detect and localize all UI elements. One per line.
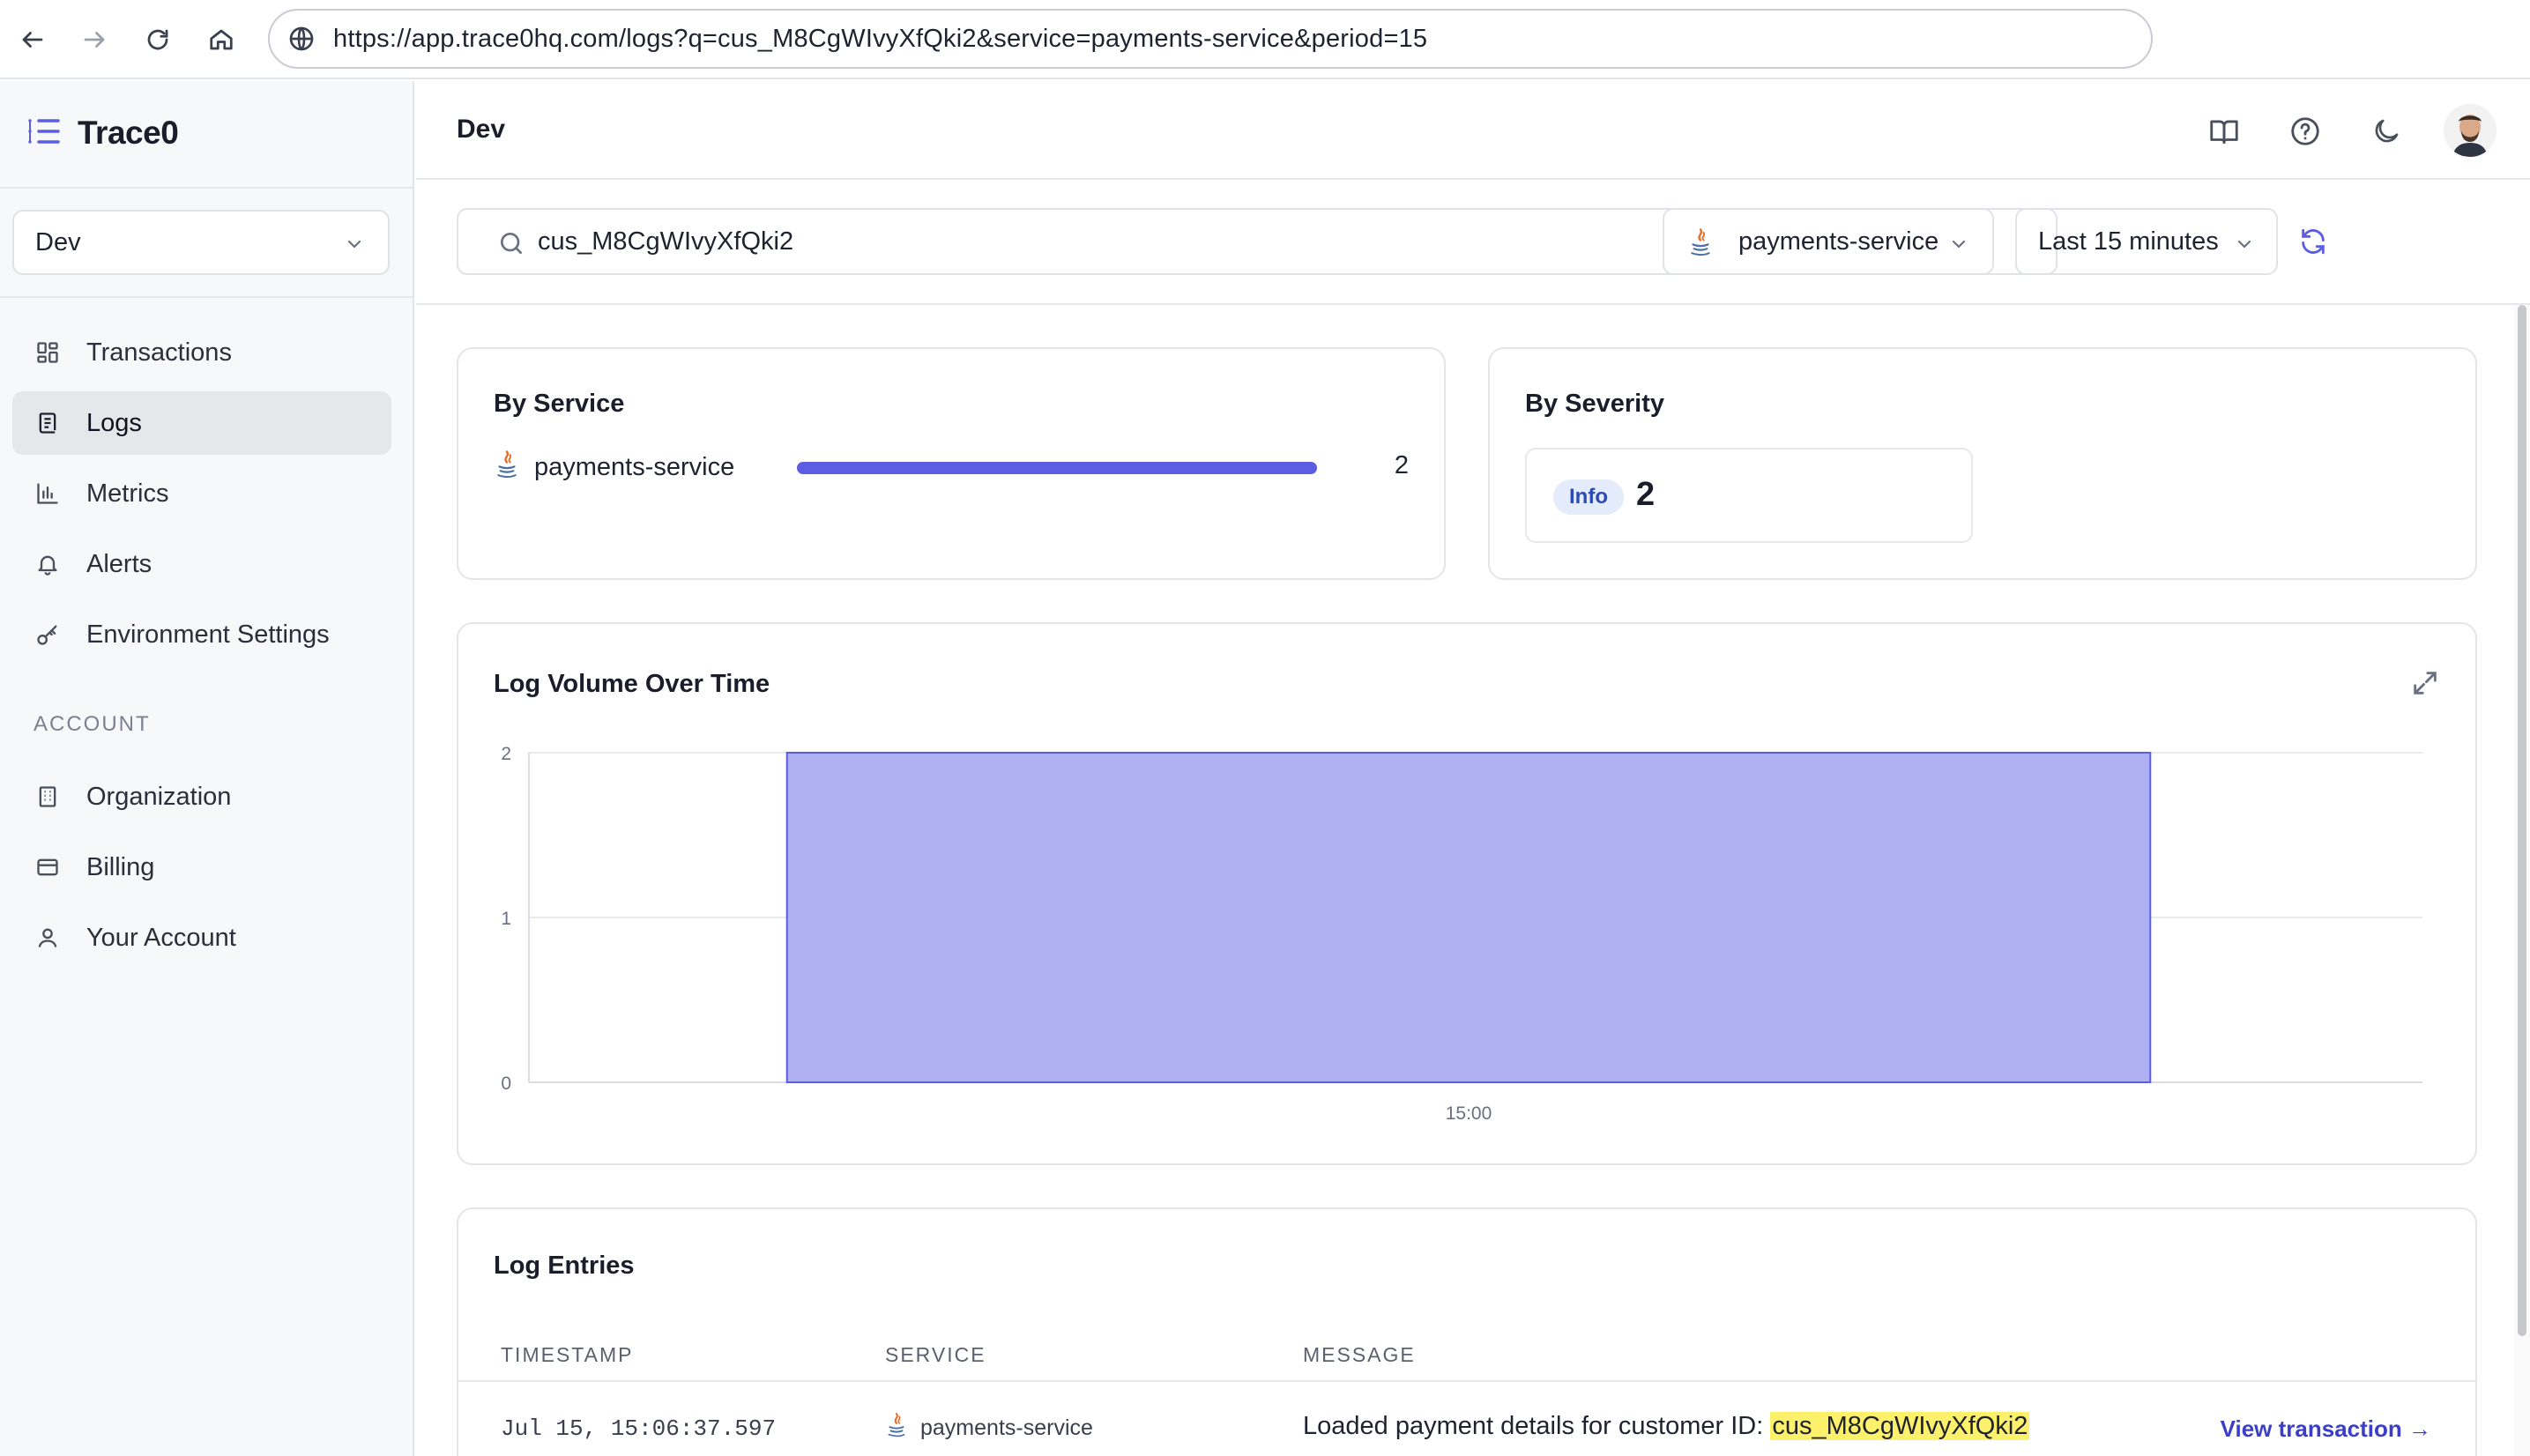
dark-mode-moon-icon[interactable] bbox=[2364, 109, 2408, 153]
sidebar-item-transactions[interactable]: Transactions bbox=[12, 321, 391, 384]
chevron-down-icon bbox=[344, 233, 365, 262]
log-volume-card: Log Volume Over Time 0 1 2 15:00 bbox=[457, 622, 2477, 1165]
message-text: Loaded payment details for customer ID: bbox=[1303, 1412, 1771, 1440]
column-header-message[interactable]: MESSAGE bbox=[1303, 1343, 1416, 1367]
address-bar[interactable]: https://app.trace0hq.com/logs?q=cus_M8Cg… bbox=[268, 9, 2153, 69]
row-service: payments-service bbox=[920, 1415, 1093, 1440]
filter-bar: payments-service Last 15 minutes bbox=[416, 182, 2530, 305]
refresh-icon[interactable] bbox=[2294, 222, 2333, 261]
by-service-card: By Service payments-service 2 bbox=[457, 347, 1446, 580]
trace-logo-icon bbox=[26, 115, 62, 152]
column-header-service[interactable]: SERVICE bbox=[885, 1343, 986, 1367]
sidebar-item-billing[interactable]: Billing bbox=[12, 836, 391, 899]
brand[interactable]: Trace0 bbox=[26, 115, 179, 152]
sidebar-item-label: Environment Settings bbox=[86, 620, 330, 649]
column-header-timestamp[interactable]: TIMESTAMP bbox=[501, 1343, 633, 1367]
log-entries-title: Log Entries bbox=[494, 1252, 635, 1280]
sidebar-item-metrics[interactable]: Metrics bbox=[12, 462, 391, 525]
bell-icon bbox=[33, 550, 62, 578]
chart-icon bbox=[33, 479, 62, 508]
severity-count: 2 bbox=[1636, 476, 1656, 513]
period-select-value: Last 15 minutes bbox=[2038, 227, 2219, 256]
building-icon bbox=[33, 783, 62, 811]
java-icon bbox=[494, 449, 520, 484]
by-severity-card: By Severity Info 2 bbox=[1488, 347, 2477, 580]
help-icon[interactable] bbox=[2283, 109, 2327, 153]
sidebar-item-environment-settings[interactable]: Environment Settings bbox=[12, 603, 391, 666]
service-progress-bar bbox=[797, 462, 1317, 474]
java-icon bbox=[1687, 227, 1714, 264]
log-entries-card: Log Entries TIMESTAMP SERVICE MESSAGE Ju… bbox=[457, 1207, 2477, 1456]
log-volume-chart: 0 1 2 15:00 bbox=[501, 744, 2422, 1124]
by-service-title: By Service bbox=[494, 390, 625, 418]
service-name[interactable]: payments-service bbox=[534, 453, 734, 482]
view-transaction-link[interactable]: View transaction → bbox=[2221, 1415, 2431, 1443]
user-icon bbox=[33, 924, 62, 952]
service-select[interactable]: payments-service bbox=[1663, 208, 1994, 275]
divider bbox=[0, 187, 413, 189]
by-severity-title: By Severity bbox=[1525, 390, 1664, 418]
browser-toolbar: https://app.trace0hq.com/logs?q=cus_M8Cg… bbox=[0, 0, 2530, 79]
sidebar-item-label: Billing bbox=[86, 852, 155, 881]
volume-area bbox=[785, 752, 2152, 1083]
sidebar-item-label: Alerts bbox=[86, 549, 153, 578]
card-icon bbox=[33, 853, 62, 881]
url-text: https://app.trace0hq.com/logs?q=cus_M8Cg… bbox=[333, 24, 1428, 53]
sidebar-item-alerts[interactable]: Alerts bbox=[12, 532, 391, 596]
y-tick-label: 1 bbox=[501, 909, 511, 929]
period-select[interactable]: Last 15 minutes bbox=[2015, 208, 2278, 275]
sidebar-item-label: Organization bbox=[86, 782, 232, 811]
message-highlight: cus_M8CgWIvyXfQki2 bbox=[1770, 1412, 2030, 1440]
environment-select[interactable]: Dev bbox=[12, 210, 390, 275]
key-icon bbox=[33, 620, 62, 649]
sidebar-item-label: Metrics bbox=[86, 479, 169, 508]
y-tick-label: 2 bbox=[501, 744, 511, 764]
search-icon bbox=[497, 229, 525, 262]
java-icon bbox=[885, 1412, 908, 1443]
site-info-icon[interactable] bbox=[287, 25, 316, 57]
page-title: Dev bbox=[457, 115, 506, 144]
sidebar-item-organization[interactable]: Organization bbox=[12, 765, 391, 828]
divider bbox=[0, 296, 413, 298]
service-count: 2 bbox=[1394, 451, 1409, 479]
page-header: Dev bbox=[416, 81, 2530, 180]
brand-name: Trace0 bbox=[78, 115, 179, 151]
sidebar-item-logs[interactable]: Logs bbox=[12, 391, 391, 455]
severity-tile[interactable]: Info 2 bbox=[1525, 448, 1973, 543]
sidebar-item-label: Logs bbox=[86, 408, 142, 437]
grid-icon bbox=[33, 338, 62, 367]
x-tick-label: 15:00 bbox=[1446, 1103, 1492, 1124]
severity-badge: Info bbox=[1553, 479, 1624, 515]
chevron-down-icon bbox=[2234, 233, 2255, 262]
user-avatar[interactable] bbox=[2444, 104, 2497, 157]
back-arrow-icon[interactable] bbox=[12, 19, 53, 60]
forward-arrow-icon[interactable] bbox=[74, 19, 115, 60]
scrollbar-thumb[interactable] bbox=[2518, 305, 2526, 1336]
row-message: Loaded payment details for customer ID: … bbox=[1303, 1412, 2030, 1441]
sidebar-item-label: Transactions bbox=[86, 338, 232, 367]
account-section-label: ACCOUNT bbox=[33, 712, 151, 736]
docs-book-icon[interactable] bbox=[2202, 109, 2246, 153]
home-icon[interactable] bbox=[201, 19, 242, 60]
service-progress-fill bbox=[797, 462, 1317, 474]
sidebar-item-label: Your Account bbox=[86, 923, 236, 952]
service-select-value: payments-service bbox=[1738, 227, 1939, 256]
table-divider bbox=[458, 1380, 2477, 1382]
environment-value: Dev bbox=[35, 227, 81, 256]
chevron-down-icon bbox=[1948, 233, 1969, 262]
sidebar-item-your-account[interactable]: Your Account bbox=[12, 906, 391, 969]
logs-icon bbox=[33, 409, 62, 437]
reload-icon[interactable] bbox=[138, 19, 178, 60]
y-tick-label: 0 bbox=[501, 1073, 511, 1094]
sidebar: Trace0 Dev Transactions Logs Metrics Ale… bbox=[0, 81, 414, 1456]
row-timestamp: Jul 15, 15:06:37.597 bbox=[501, 1415, 777, 1442]
